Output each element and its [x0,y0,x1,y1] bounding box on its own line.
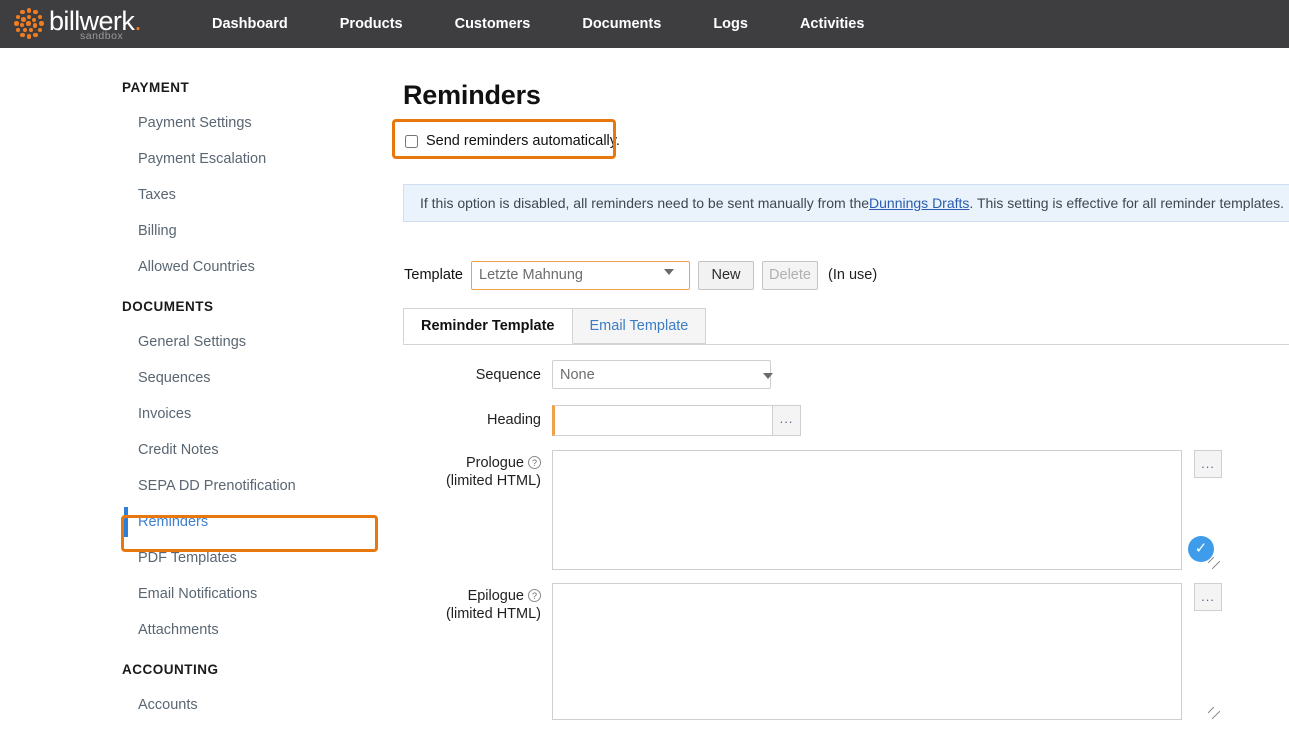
epilogue-ellipsis-button[interactable]: ... [1194,583,1222,611]
epilogue-label: Epilogue? (limited HTML) [392,583,552,623]
sidebar-item-payment-escalation[interactable]: Payment Escalation [0,141,392,177]
send-reminders-automatically-label[interactable]: Send reminders automatically. [426,133,620,149]
sidebar-item-invoices[interactable]: Invoices [0,396,392,432]
sidebar-item-pdf-templates[interactable]: PDF Templates [0,540,392,576]
nav-item-dashboard[interactable]: Dashboard [186,0,314,48]
sidebar-item-email-notifications[interactable]: Email Notifications [0,576,392,612]
page-title: Reminders [403,80,541,110]
heading-ellipsis-button[interactable]: ... [773,405,801,436]
billwerk-dots-icon [14,8,44,39]
prologue-row: Prologue? (limited HTML) ✓ ... [392,450,1222,570]
tab-reminder-template[interactable]: Reminder Template [403,308,573,344]
template-tabs: Reminder Template Email Template [403,308,1289,345]
heading-label: Heading [486,412,541,428]
nav-item-products[interactable]: Products [314,0,429,48]
info-banner: If this option is disabled, all reminder… [403,184,1289,222]
top-navigation-bar: billwerk. sandbox Dashboard Products Cus… [0,0,1289,48]
primary-nav: Dashboard Products Customers Documents L… [186,0,890,48]
epilogue-textarea[interactable] [552,583,1182,720]
new-template-button[interactable]: New [698,260,754,290]
sidebar-item-credit-notes[interactable]: Credit Notes [0,432,392,468]
help-icon[interactable]: ? [528,589,541,602]
template-label: Template [404,267,463,283]
prologue-textarea[interactable] [552,450,1182,570]
send-reminders-automatically-checkbox[interactable] [405,134,418,148]
brand-subtitle: sandbox [80,30,124,42]
epilogue-sub-label: (limited HTML) [445,606,541,622]
main-content: Reminders Send reminders automatically. … [392,48,1289,741]
sidebar-item-taxes[interactable]: Taxes [0,177,392,213]
info-banner-text-after: . This setting is effective for all remi… [969,195,1285,211]
dunnings-drafts-link[interactable]: Dunnings Drafts [869,195,969,211]
sidebar-item-sequences[interactable]: Sequences [0,360,392,396]
sidebar-item-accounts[interactable]: Accounts [0,687,392,723]
brand-logo[interactable]: billwerk. sandbox [14,0,156,48]
sidebar-item-sepa-dd-prenotification[interactable]: SEPA DD Prenotification [0,468,392,504]
sidebar-item-payment-settings[interactable]: Payment Settings [0,105,392,141]
help-icon[interactable]: ? [528,456,541,469]
delete-template-button[interactable]: Delete [762,260,818,290]
template-select[interactable]: Letzte Mahnung [471,260,690,290]
prologue-label: Prologue? (limited HTML) [392,450,552,490]
sidebar-item-attachments[interactable]: Attachments [0,612,392,648]
epilogue-resize-grip[interactable] [1208,707,1220,719]
brand-wordmark-dot: . [134,5,142,36]
prologue-ellipsis-button[interactable]: ... [1194,450,1222,478]
sidebar-item-allowed-countries[interactable]: Allowed Countries [0,249,392,285]
nav-item-activities[interactable]: Activities [774,0,890,48]
heading-input[interactable] [552,405,773,436]
nav-item-logs[interactable]: Logs [687,0,774,48]
sidebar-group-documents: DOCUMENTS [122,299,214,314]
template-status-text: (In use) [828,267,878,283]
sidebar-item-billing[interactable]: Billing [0,213,392,249]
tab-email-template[interactable]: Email Template [571,308,707,344]
sidebar-group-payment: PAYMENT [122,80,190,95]
prologue-resize-grip[interactable] [1208,557,1220,569]
sidebar-item-reminders[interactable]: Reminders [0,504,392,540]
info-banner-text-before: If this option is disabled, all reminder… [420,195,870,211]
sidebar-item-general-settings[interactable]: General Settings [0,324,392,360]
nav-item-customers[interactable]: Customers [429,0,557,48]
template-selector-row: Template Letzte Mahnung New Delete (In u… [392,260,877,290]
prologue-valid-check-icon[interactable]: ✓ [1188,536,1214,562]
sidebar-group-accounting: ACCOUNTING [122,662,219,677]
prologue-sub-label: (limited HTML) [445,473,541,489]
nav-item-documents[interactable]: Documents [556,0,687,48]
send-reminders-automatically-row: Send reminders automatically. [405,128,620,154]
settings-sidebar: PAYMENT Payment Settings Payment Escalat… [0,48,392,741]
heading-row: Heading ... [392,405,801,436]
sequence-select[interactable]: None [552,360,771,389]
sequence-label: Sequence [475,366,541,383]
epilogue-row: Epilogue? (limited HTML) ... [392,583,1222,720]
sequence-row: Sequence None [392,360,771,389]
